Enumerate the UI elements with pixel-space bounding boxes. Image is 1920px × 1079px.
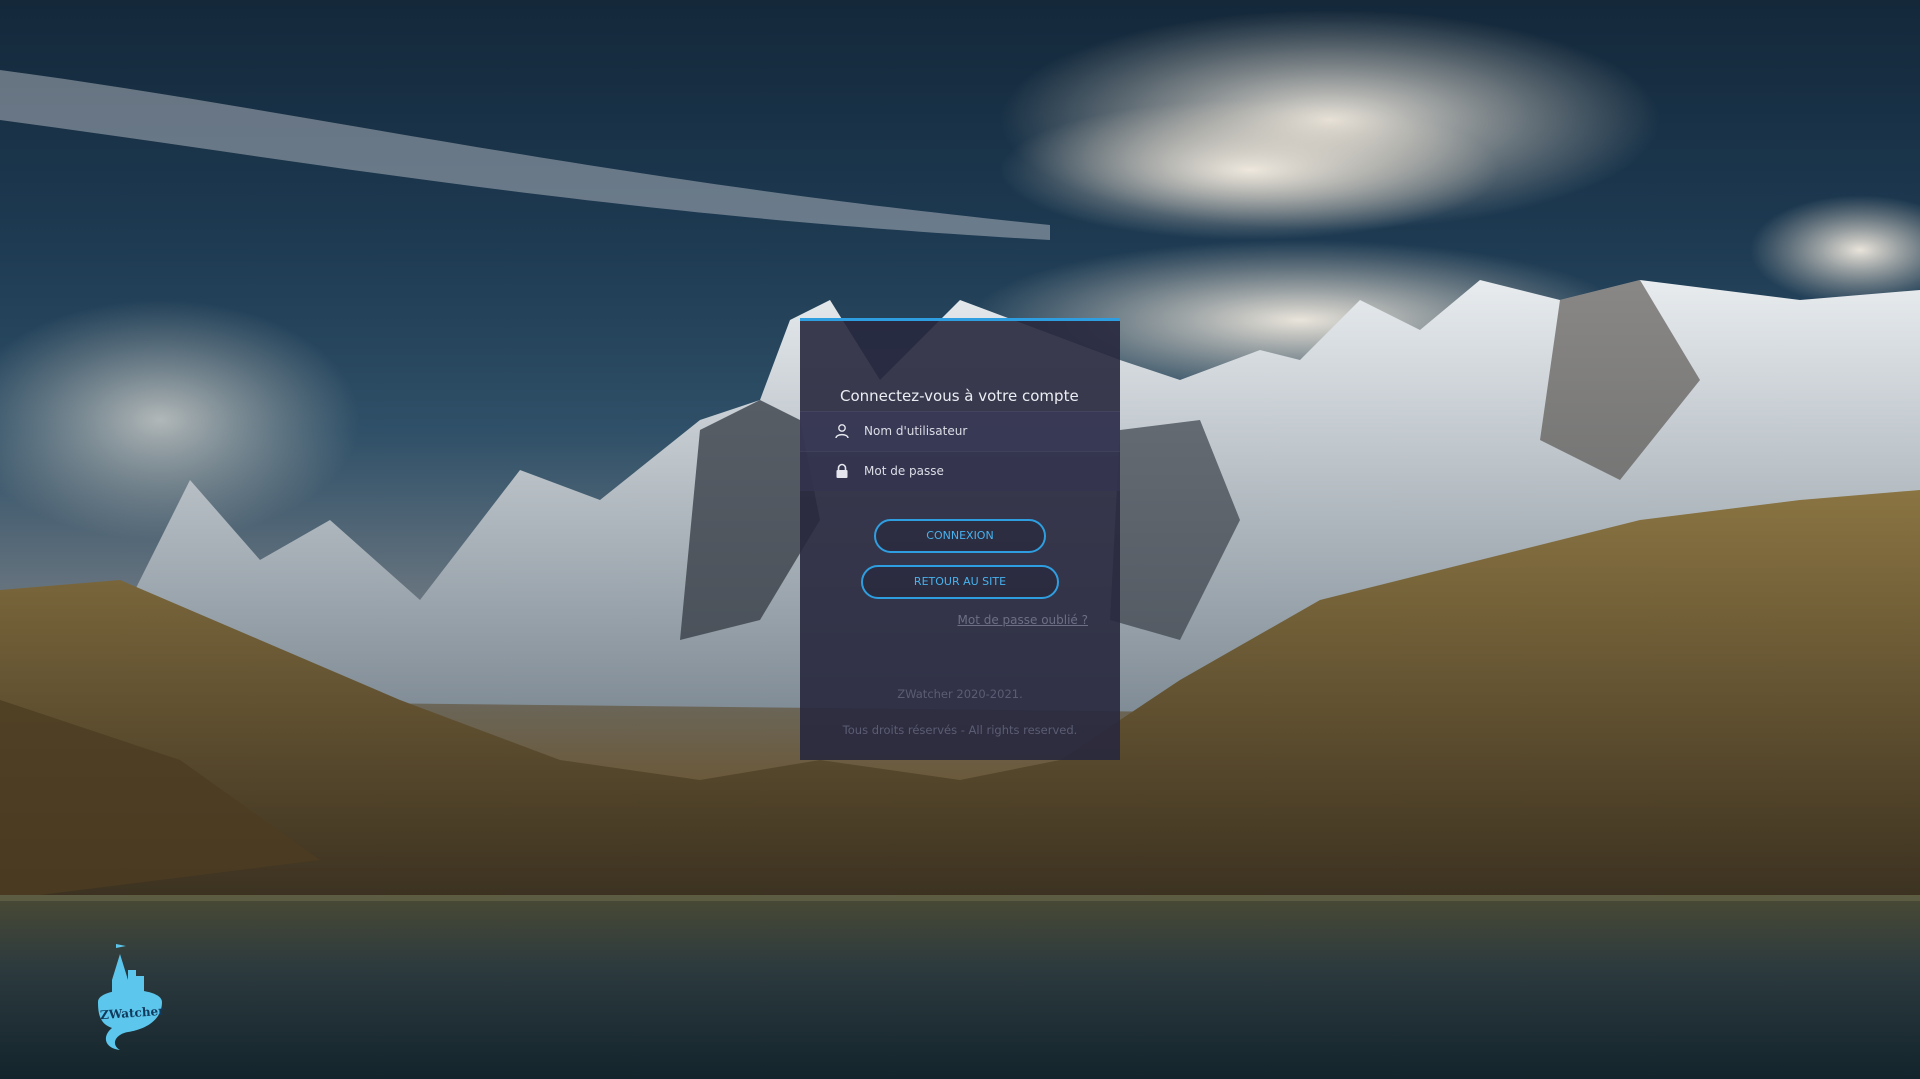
lock-icon	[836, 463, 848, 478]
username-field[interactable]	[800, 411, 1120, 451]
forgot-password-link[interactable]: Mot de passe oublié ?	[958, 613, 1089, 627]
user-icon	[835, 424, 849, 439]
username-input[interactable]	[864, 412, 1104, 450]
connexion-button[interactable]: CONNEXION	[874, 519, 1046, 553]
copyright-text: ZWatcher 2020-2021.	[897, 687, 1023, 701]
castle-logo-icon	[98, 944, 162, 1050]
return-to-site-button[interactable]: RETOUR AU SITE	[861, 565, 1059, 599]
login-title: Connectez-vous à votre compte	[840, 387, 1079, 405]
password-input[interactable]	[864, 452, 1104, 490]
password-field[interactable]	[800, 451, 1120, 491]
login-panel: Connectez-vous à votre compte CONNEXION …	[800, 318, 1120, 760]
rights-text: Tous droits réservés - All rights reserv…	[842, 723, 1078, 737]
